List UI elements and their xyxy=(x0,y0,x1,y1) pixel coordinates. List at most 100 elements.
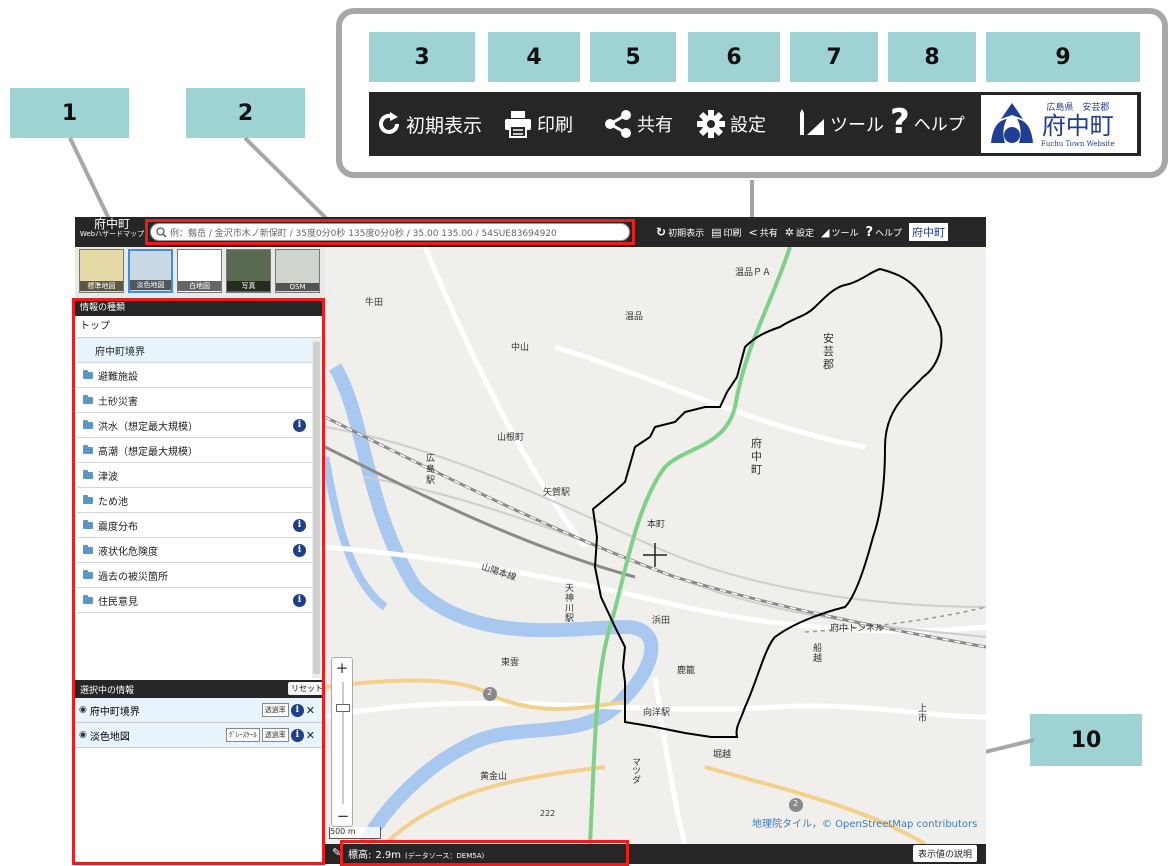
basemap-thumb-label: OSM xyxy=(276,283,319,291)
map-label-honmachi: 本町 xyxy=(647,520,666,530)
scale-bar: 500 m xyxy=(329,827,381,839)
map-label-yaga: 矢賀駅 xyxy=(543,488,571,498)
mini-tools-icon: ◢ xyxy=(820,225,830,239)
map-label-fuchu-2: 中 xyxy=(751,450,762,464)
sidebar-highlight xyxy=(72,298,325,865)
map-label-fuchu-tunnel: 府中トンネル xyxy=(830,624,884,634)
elevation-highlight xyxy=(340,840,629,866)
mini-town-logo[interactable]: 府中町 xyxy=(909,223,949,241)
map-label-shinonome: 東雲 xyxy=(501,658,520,668)
map-label-kami: 上 市 xyxy=(918,704,928,725)
map-label-kami-2: 市 xyxy=(918,713,928,724)
basemap-thumb-3[interactable]: 写真 xyxy=(226,249,271,293)
zoom-slider[interactable] xyxy=(342,682,344,804)
map-label-elevation-222: 222 xyxy=(540,809,556,818)
mini-reset-button[interactable]: ↻ 初期表示 xyxy=(656,225,704,239)
mini-share-button[interactable]: < 共有 xyxy=(749,226,778,239)
mini-question-icon: ? xyxy=(865,224,873,240)
basemap-selector: 標準地図 淡色地図 白地図 写真 OSM xyxy=(79,249,324,295)
mini-print-button[interactable]: ▤ 印刷 xyxy=(711,226,741,239)
share-icon xyxy=(605,110,631,138)
mini-tools-button[interactable]: ◢ ツール xyxy=(821,226,858,239)
mini-tools-label: ツール xyxy=(831,228,859,239)
explain-values-button[interactable]: 表示値の説明 xyxy=(913,845,978,862)
basemap-thumb-0[interactable]: 標準地図 xyxy=(79,249,124,293)
share-button[interactable]: 共有 xyxy=(603,104,673,144)
basemap-thumb-label: 淡色地図 xyxy=(130,280,171,290)
map-label-hiroshima-station: 広 島 駅 xyxy=(426,454,435,486)
mini-reset-label: 初期表示 xyxy=(668,228,705,239)
zoom-control: + − xyxy=(331,657,353,827)
search-highlight xyxy=(145,219,635,245)
mini-print-label: 印刷 xyxy=(723,228,742,239)
mini-toolbar: ↻ 初期表示 ▤ 印刷 < 共有 ✲ 設定 ◢ ツール ? ヘルプ 府中町 xyxy=(656,222,986,242)
map-label-funakoshi-2: 越 xyxy=(813,653,823,664)
town-emblem-icon xyxy=(991,103,1033,143)
map-canvas xyxy=(325,247,986,844)
map-label-hiroshima-3: 駅 xyxy=(426,475,436,486)
map-label-hamada: 浜田 xyxy=(652,616,671,626)
gear-icon xyxy=(697,110,725,138)
callout-4: 4 xyxy=(488,32,580,82)
callout-7: 7 xyxy=(790,32,878,82)
map-label-hiroshima-1: 広 xyxy=(426,454,436,464)
map-label-fuchu-3: 町 xyxy=(751,463,762,477)
basemap-thumb-2[interactable]: 白地図 xyxy=(177,249,222,293)
reset-view-button[interactable]: 初期表示 xyxy=(376,104,482,144)
basemap-thumb-label: 白地図 xyxy=(178,281,221,291)
callout-6: 6 xyxy=(688,32,780,82)
map-label-aki-3: 郡 xyxy=(823,358,834,372)
settings-button[interactable]: 設定 xyxy=(696,104,766,144)
tools-label: ツール xyxy=(830,115,884,136)
mini-help-button[interactable]: ? ヘルプ xyxy=(865,225,902,240)
basemap-thumb-1[interactable]: 淡色地図 xyxy=(128,249,173,293)
app-title: 府中町 Webハザードマップ xyxy=(78,218,146,246)
basemap-thumb-4[interactable]: OSM xyxy=(275,249,320,293)
map-label-onsen: 温品 xyxy=(625,312,644,322)
map-label-hiroshima-2: 島 xyxy=(426,464,436,475)
mini-share-icon: < xyxy=(748,225,758,239)
print-button[interactable]: 印刷 xyxy=(503,104,573,144)
map-label-funakoshi: 船 越 xyxy=(813,644,823,665)
mini-settings-label: 設定 xyxy=(795,228,814,239)
reset-view-label: 初期表示 xyxy=(406,114,483,137)
callout-3: 3 xyxy=(369,32,475,82)
mini-help-label: ヘルプ xyxy=(875,228,903,239)
map-label-aki-2: 芸 xyxy=(823,345,834,359)
tools-icon xyxy=(800,109,824,135)
map-attribution[interactable]: 地理院タイル，© OpenStreetMap contributors xyxy=(752,815,977,830)
map-view[interactable]: 温品ＰＡ 牛田 温品 中山 安 芸 郡 山根町 広 島 駅 矢賀駅 府 中 町 … xyxy=(325,247,986,844)
tools-button[interactable]: ツール xyxy=(796,104,884,144)
zoom-slider-handle[interactable] xyxy=(336,704,350,712)
zoom-out-button[interactable]: − xyxy=(332,806,354,826)
logo-town: 府中町 xyxy=(1041,112,1114,141)
mini-settings-button[interactable]: ✲ 設定 xyxy=(785,226,814,239)
map-label-tenjingawa: 天 神 川 駅 xyxy=(565,584,575,625)
town-logo[interactable]: 広島県 安芸郡 府中町 Fuchu Town Website xyxy=(981,95,1137,153)
map-label-aki: 安 芸 郡 xyxy=(823,332,834,372)
map-label-nakayama: 中山 xyxy=(511,343,530,353)
mini-share-label: 共有 xyxy=(759,228,778,239)
map-label-yamane: 山根町 xyxy=(497,433,525,443)
map-label-ushita: 牛田 xyxy=(365,298,384,308)
map-label-koganeyama: 黄金山 xyxy=(480,772,508,782)
map-label-fuchu: 府 中 町 xyxy=(751,437,762,477)
share-label: 共有 xyxy=(637,115,673,136)
app-title-line2: Webハザードマップ xyxy=(79,230,145,238)
help-button[interactable]: ? ヘルプ xyxy=(890,100,965,144)
map-label-mukainada: 向洋駅 xyxy=(643,708,671,718)
mini-refresh-icon: ↻ xyxy=(656,225,667,239)
callout-9: 9 xyxy=(986,32,1140,82)
callout-5: 5 xyxy=(590,32,676,82)
map-label-horikoshi: 堀越 xyxy=(713,750,732,760)
route-2-shield-2: 2 xyxy=(793,799,799,808)
route-2-shield: 2 xyxy=(487,688,493,697)
map-label-tenjin-4: 駅 xyxy=(565,613,575,624)
zoom-in-button[interactable]: + xyxy=(332,658,352,678)
print-label: 印刷 xyxy=(537,115,573,136)
map-label-aki-1: 安 xyxy=(823,332,834,345)
map-label-mazda: マツダ xyxy=(630,757,640,784)
mini-printer-icon: ▤ xyxy=(711,225,722,239)
refresh-icon xyxy=(379,112,399,134)
basemap-thumb-label: 標準地図 xyxy=(80,281,123,291)
